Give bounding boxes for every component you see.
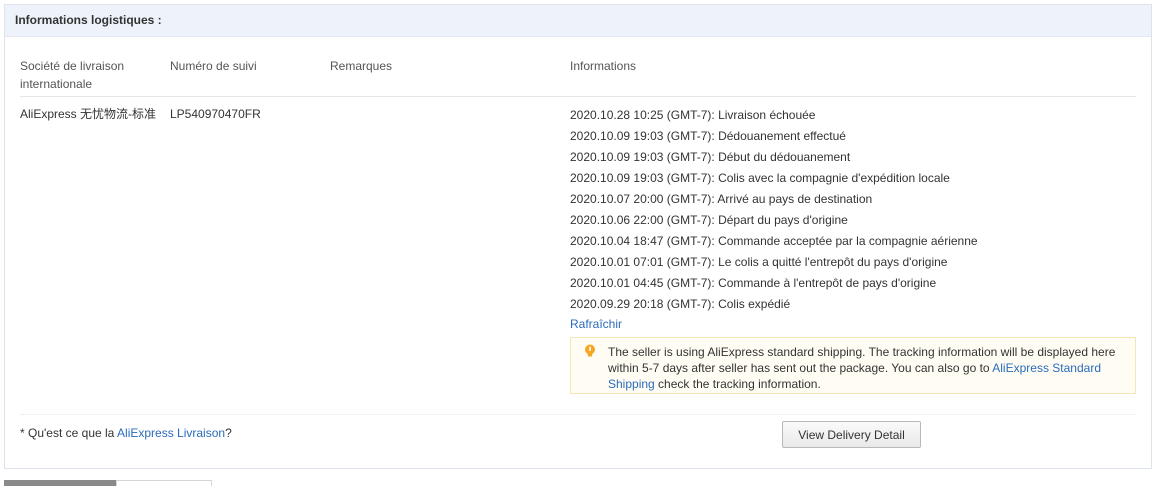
header-tracking: Numéro de suivi [170, 59, 257, 73]
tracking-event: 2020.10.01 04:45 (GMT-7): Commande à l'e… [570, 276, 937, 290]
refresh-link[interactable]: Rafraîchir [570, 316, 622, 333]
tracking-events: 2020.10.28 10:25 (GMT-7): Livraison écho… [570, 107, 1136, 333]
panel-title: Informations logistiques : [5, 5, 1151, 37]
view-delivery-detail-button[interactable]: View Delivery Detail [782, 421, 921, 448]
panel-footer: * Qu'est ce que la AliExpress Livraison?… [20, 421, 1136, 455]
tab-active[interactable] [4, 480, 116, 486]
table-row: AliExpress 无忧物流-标准 LP540970470FR 2020.10… [20, 97, 1136, 415]
question-text-before: * Qu'est ce que la [20, 426, 118, 440]
aliexpress-livraison-link[interactable]: AliExpress Livraison [117, 426, 225, 440]
header-remarks: Remarques [330, 59, 393, 73]
tracking-event: 2020.10.04 18:47 (GMT-7): Commande accep… [570, 234, 978, 248]
lightbulb-icon [585, 344, 595, 357]
question-text-after: ? [225, 426, 232, 440]
tracking-event: 2020.10.28 10:25 (GMT-7): Livraison écho… [570, 108, 816, 122]
header-info: Informations [570, 59, 637, 73]
tracking-event: 2020.10.07 20:00 (GMT-7): Arrivé au pays… [570, 192, 873, 206]
delivery-question: * Qu'est ce que la AliExpress Livraison? [20, 425, 232, 441]
logistics-panel: Informations logistiques : Société de li… [4, 4, 1152, 469]
table-header: Société de livraison internationale Numé… [20, 57, 1136, 97]
tracking-event: 2020.10.06 22:00 (GMT-7): Départ du pays… [570, 213, 848, 227]
tracking-event: 2020.09.29 20:18 (GMT-7): Colis expédié [570, 297, 791, 311]
tracking-event: 2020.10.01 07:01 (GMT-7): Le colis a qui… [570, 255, 948, 269]
tracking-event: 2020.10.09 19:03 (GMT-7): Dédouanement e… [570, 129, 846, 143]
logistics-table: Société de livraison internationale Numé… [20, 57, 1136, 415]
header-company: Société de livraison internationale [20, 59, 125, 91]
tab-inactive[interactable] [116, 480, 212, 486]
tracking-event: 2020.10.09 19:03 (GMT-7): Début du dédou… [570, 150, 851, 164]
tracking-event: 2020.10.09 19:03 (GMT-7): Colis avec la … [570, 171, 950, 185]
notice-text-after: check the tracking information. [654, 377, 821, 391]
company-cell: AliExpress 无忧物流-标准 [20, 107, 157, 121]
shipping-notice: The seller is using AliExpress standard … [570, 337, 1136, 394]
tracking-number: LP540970470FR [170, 107, 261, 121]
